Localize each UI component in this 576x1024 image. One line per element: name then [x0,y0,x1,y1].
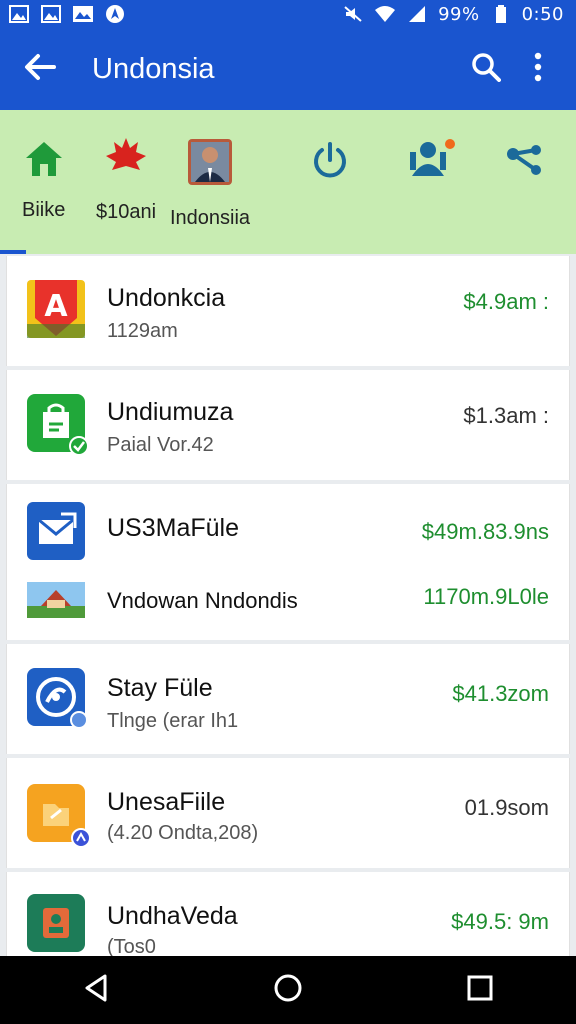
tab-power[interactable] [312,142,348,185]
item-subtitle-title: Vndowan Nndondis [107,588,298,613]
category-tabs: Biike $10ani Indonsiia [0,110,576,254]
photo-icon [72,5,94,23]
house-icon [27,894,85,952]
search-button[interactable] [460,28,512,110]
list-item[interactable]: Undiumuza Paial Vor.42 $1.3am : [6,370,570,480]
more-vert-icon [533,52,543,87]
clock: 0:50 [521,3,564,25]
nav-back-icon [83,974,109,1007]
compass-icon [27,668,88,729]
tab-indicator [0,250,26,254]
tab-group[interactable] [406,138,456,183]
item-title: Undiumuza [107,398,234,426]
nav-recents-icon [467,975,493,1006]
item-subtitle: (4.20 Ondta,208) [107,822,259,844]
wifi-icon [374,5,396,23]
list-item[interactable]: UndhaVeda (Tos0 $49.5: 9m [6,872,570,956]
search-icon [471,52,501,87]
app-bar: Undonsia [0,28,576,110]
list-item[interactable]: UnesaFiile (4.20 Ondta,208) 01.9som [6,758,570,868]
page-title: Undonsia [92,52,215,85]
back-button[interactable] [0,28,80,110]
mail-icon [27,502,85,560]
item-amount: $49m.83.9ns [421,519,549,544]
item-title: US3MaFüle [107,514,239,542]
item-amount: $1.3am : [463,403,549,428]
item-subtitle: Paial Vor.42 [107,434,214,456]
profile-photo-icon [187,138,233,191]
tab-label: Indonsiia [170,207,251,229]
list-item[interactable]: A Undonkcia 1129am $4.9am : [6,256,570,366]
navigation-icon [104,5,126,23]
tab-indonsiia[interactable]: Indonsiia [170,138,250,230]
app-logo-icon: A [27,280,85,338]
battery-icon [490,5,512,23]
maple-leaf-icon [104,138,148,185]
status-bar: 99% 0:50 [0,0,576,28]
more-options-button[interactable] [512,28,564,110]
share-icon [506,144,544,181]
tab-biike[interactable]: Biike [22,140,65,222]
nav-recents-button[interactable] [440,956,520,1024]
arrow-back-icon [24,53,56,86]
folder-icon [27,784,91,848]
image-icon [8,5,30,23]
signal-icon [406,5,428,23]
tab-label: $10ani [96,201,157,223]
nav-home-button[interactable] [248,956,328,1024]
landscape-thumbnail-icon [27,582,85,618]
transaction-list: A Undonkcia 1129am $4.9am : Undiumuza Pa… [6,256,570,956]
item-amount: 01.9som [464,795,549,820]
home-icon [24,140,64,183]
item-subtitle: (Tos0 [107,936,156,956]
nav-home-icon [273,973,303,1008]
item-title: UndhaVeda [107,902,238,930]
nav-back-button[interactable] [56,956,136,1024]
item-title: UnesaFiile [107,788,226,816]
battery-percent: 99% [438,3,480,25]
item-title: Undonkcia [107,284,226,312]
tab-share[interactable] [506,144,544,181]
photo-icon [40,5,62,23]
system-nav-bar [0,956,576,1024]
list-item[interactable]: US3MaFüle $49m.83.9ns Vndowan Nndondis 1… [6,484,570,640]
mute-icon [342,5,364,23]
shopping-bag-icon [27,394,89,456]
tab-10ani[interactable]: $10ani [96,138,156,224]
item-amount: $4.9am : [463,289,549,314]
list-item[interactable]: Stay Füle Tlnge (erar Ih1 $41.3zom [6,644,570,754]
tab-label: Biike [22,199,66,221]
power-icon [312,142,348,185]
svg-text:A: A [44,289,68,324]
item-amount: $41.3zom [452,681,549,706]
item-amount: $49.5: 9m [451,909,549,934]
item-subtitle: 1129am [107,320,178,342]
item-title: Stay Füle [107,674,213,702]
item-subtitle: Tlnge (erar Ih1 [107,710,239,732]
item-sub-amount: 1170m.9L0le [423,584,549,609]
group-icon [406,138,456,183]
